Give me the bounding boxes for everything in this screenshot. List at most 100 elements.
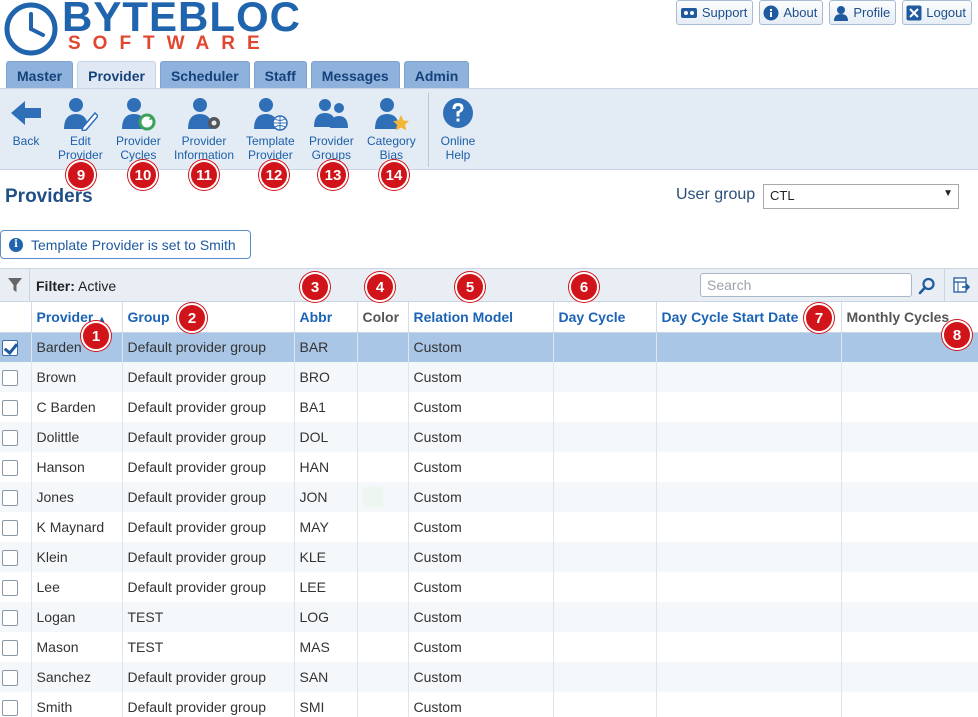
table-row[interactable]: K Maynard Default provider group MAY Custom [0, 512, 978, 542]
cell-relation-model: Custom [408, 542, 554, 572]
row-checkbox[interactable] [2, 429, 18, 446]
back-arrow-icon [11, 101, 41, 125]
tab-staff[interactable]: Staff [253, 61, 307, 89]
about-button[interactable]: About [759, 0, 824, 25]
cell-color [357, 422, 409, 452]
provider-groups-button[interactable]: Provider Groups [309, 95, 354, 162]
tab-admin[interactable]: Admin [403, 61, 470, 89]
cell-day-cycle [553, 632, 657, 662]
toolbar: Back Edit Provider Provider Cycles Provi… [0, 88, 978, 170]
search-button[interactable] [916, 275, 938, 297]
clock-logo-icon [4, 2, 58, 56]
filter-icon [7, 278, 22, 292]
cell-abbr: MAS [294, 632, 358, 662]
back-label: Back [12, 134, 40, 148]
tab-messages[interactable]: Messages [310, 61, 400, 89]
row-checkbox[interactable] [2, 549, 18, 566]
cell-relation-model: Custom [408, 662, 554, 692]
table-row[interactable]: Dolittle Default provider group DOL Custom [0, 422, 978, 452]
cell-monthly-cycles [841, 512, 978, 542]
row-checkbox[interactable] [2, 579, 18, 596]
row-checkbox[interactable] [2, 519, 18, 536]
row-checkbox[interactable] [2, 639, 18, 656]
table-row[interactable]: Barden Default provider group BAR Custom [0, 332, 978, 362]
edit-provider-button[interactable]: Edit Provider [58, 95, 103, 162]
provider-cycles-button[interactable]: Provider Cycles [116, 95, 161, 162]
table-row[interactable]: Brown Default provider group BRO Custom [0, 362, 978, 392]
callout-4: 4 [365, 272, 395, 302]
online-help-label: Online Help [440, 134, 476, 162]
column-header-day-cycle[interactable]: Day Cycle [553, 302, 657, 333]
cell-day-cycle-start-date [656, 572, 842, 602]
callout-2: 2 [177, 303, 207, 333]
cell-provider: C Barden [31, 392, 123, 422]
table-row[interactable]: Lee Default provider group LEE Custom [0, 572, 978, 602]
user-group-label: User group [676, 186, 756, 203]
cell-abbr: MAY [294, 512, 358, 542]
dropdown-arrow-icon: ▼ [943, 188, 953, 199]
tab-scheduler[interactable]: Scheduler [159, 61, 250, 89]
template-info-message: i Template Provider is set to Smith [0, 230, 251, 259]
table-row[interactable]: C Barden Default provider group BA1 Custom [0, 392, 978, 422]
cell-abbr: BAR [294, 332, 358, 362]
user-group-select[interactable]: CTL ▼ [763, 184, 959, 209]
table-row[interactable]: Sanchez Default provider group SAN Custom [0, 662, 978, 692]
cell-relation-model: Custom [408, 422, 554, 452]
cell-provider: Logan [31, 602, 123, 632]
cell-provider: K Maynard [31, 512, 123, 542]
export-button[interactable] [944, 269, 978, 301]
template-provider-button[interactable]: Template Provider [246, 95, 295, 162]
online-help-button[interactable]: Online Help [440, 95, 476, 162]
column-provider-label: Provider [36, 308, 94, 325]
edit-provider-label: Edit Provider [58, 134, 103, 162]
back-button[interactable]: Back [8, 95, 44, 148]
top-links: Support About Profile Logout [675, 0, 972, 25]
cell-provider: Brown [31, 362, 123, 392]
table-row[interactable]: Smith Default provider group SMI Custom [0, 692, 978, 717]
column-header-abbr[interactable]: Abbr [294, 302, 358, 333]
row-checkbox-cell [0, 692, 32, 717]
bytebloc-logo: BYTEBLOC SOFTWARE [4, 0, 304, 56]
support-button[interactable]: Support [675, 0, 754, 25]
provider-cycles-label: Provider Cycles [116, 134, 161, 162]
provider-groups-icon [314, 99, 349, 128]
row-checkbox[interactable] [2, 669, 18, 686]
cell-relation-model: Custom [408, 512, 554, 542]
row-checkbox[interactable] [2, 459, 18, 476]
table-row[interactable]: Hanson Default provider group HAN Custom [0, 452, 978, 482]
category-bias-button[interactable]: Category Bias [367, 95, 416, 162]
filter-button[interactable] [0, 269, 30, 301]
callout-5: 5 [455, 272, 485, 302]
row-checkbox[interactable] [2, 699, 18, 716]
search-input[interactable] [700, 273, 912, 297]
row-checkbox[interactable] [2, 609, 18, 626]
profile-button[interactable]: Profile [829, 0, 897, 25]
cell-monthly-cycles [841, 572, 978, 602]
tab-master[interactable]: Master [6, 61, 74, 89]
row-checkbox[interactable] [2, 339, 18, 356]
cell-day-cycle-start-date [656, 332, 842, 362]
profile-label: Profile [853, 5, 891, 20]
table-row[interactable]: Logan TEST LOG Custom [0, 602, 978, 632]
row-checkbox-cell [0, 662, 32, 692]
column-header-group[interactable]: Group [122, 302, 295, 333]
row-checkbox[interactable] [2, 369, 18, 386]
column-header-relation-model[interactable]: Relation Model [408, 302, 554, 333]
table-row[interactable]: Mason TEST MAS Custom [0, 632, 978, 662]
cell-group: Default provider group [122, 662, 295, 692]
row-checkbox[interactable] [2, 399, 18, 416]
table-row[interactable]: Klein Default provider group KLE Custom [0, 542, 978, 572]
table-row[interactable]: Jones Default provider group JON Custom [0, 482, 978, 512]
cell-day-cycle [553, 482, 657, 512]
cell-day-cycle [553, 542, 657, 572]
cell-relation-model: Custom [408, 632, 554, 662]
provider-information-button[interactable]: Provider Information [174, 95, 234, 162]
app-header: BYTEBLOC SOFTWARE Support About Profile … [0, 0, 978, 60]
edit-provider-icon [64, 98, 99, 131]
cell-relation-model: Custom [408, 332, 554, 362]
row-checkbox[interactable] [2, 489, 18, 506]
logout-button[interactable]: Logout [902, 0, 972, 25]
cell-day-cycle-start-date [656, 662, 842, 692]
tab-provider[interactable]: Provider [77, 61, 156, 89]
cell-group: Default provider group [122, 542, 295, 572]
